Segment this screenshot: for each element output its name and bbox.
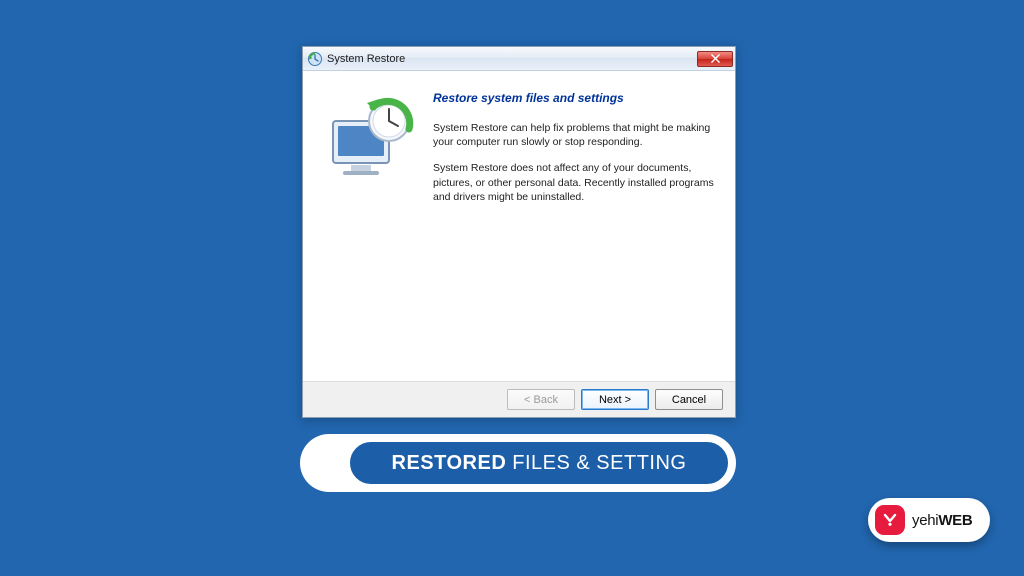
close-button[interactable] (697, 51, 733, 67)
caption-bold: RESTORED (392, 452, 507, 475)
dialog-content: Restore system files and settings System… (433, 91, 715, 216)
titlebar[interactable]: System Restore (303, 47, 735, 71)
next-button[interactable]: Next > (581, 389, 649, 410)
back-button: < Back (507, 389, 575, 410)
badge-part2: WEB (938, 512, 972, 529)
system-restore-dialog: System Restore R (302, 46, 736, 418)
dialog-paragraph-1: System Restore can help fix problems tha… (433, 121, 715, 149)
yehiweb-text: yehiWEB (912, 512, 972, 529)
button-bar: < Back Next > Cancel (303, 381, 735, 417)
caption-text: RESTORED FILES & SETTING (348, 440, 730, 486)
system-restore-icon (307, 51, 323, 67)
badge-part1: yehi (912, 512, 938, 529)
dialog-heading: Restore system files and settings (433, 91, 715, 105)
dialog-paragraph-2: System Restore does not affect any of yo… (433, 161, 715, 204)
caption-pill: RESTORED FILES & SETTING (300, 434, 736, 492)
caption-rest: FILES & SETTING (512, 452, 686, 475)
yehiweb-badge: yehiWEB (868, 498, 990, 542)
yehiweb-logo-icon (875, 505, 905, 535)
close-icon (711, 54, 720, 63)
window-title: System Restore (327, 53, 697, 65)
restore-graphic-icon (323, 91, 423, 191)
dialog-body: Restore system files and settings System… (303, 71, 735, 381)
cancel-button[interactable]: Cancel (655, 389, 723, 410)
